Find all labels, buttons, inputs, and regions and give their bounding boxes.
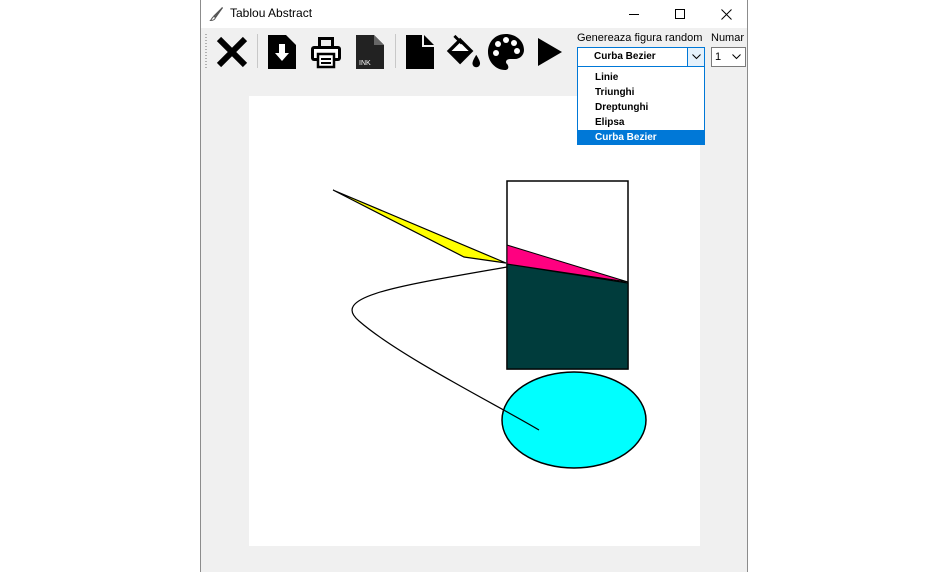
dropdown-option-elipsa[interactable]: Elipsa — [578, 115, 704, 130]
shape-dropdown-list: Linie Triunghi Dreptunghi Elipsa Curba B… — [577, 66, 705, 145]
print-tool-button[interactable] — [307, 32, 345, 72]
close-icon — [720, 8, 732, 20]
palette-tool-button[interactable] — [487, 32, 525, 72]
printer-icon — [311, 37, 341, 69]
count-select-value: 1 — [715, 51, 722, 63]
brush-icon — [209, 7, 223, 22]
toolbar-separator — [395, 34, 396, 68]
close-button[interactable] — [703, 0, 749, 28]
toolbar-separator — [257, 34, 258, 68]
cyan-ellipse — [501, 371, 647, 469]
title-bar[interactable]: Tablou Abstract — [201, 0, 747, 28]
download-file-icon — [268, 35, 296, 69]
file-icon — [406, 35, 434, 69]
chevron-down-icon[interactable] — [687, 48, 704, 66]
minimize-button[interactable] — [611, 0, 657, 28]
app-window: Tablou Abstract INK Genereaza figura ran… — [200, 0, 748, 572]
fill-tool-button[interactable] — [443, 32, 481, 72]
shape-select[interactable]: Curba Bezier — [577, 47, 705, 67]
canvas-drawing — [332, 180, 647, 469]
new-file-tool-button[interactable] — [401, 32, 439, 72]
chevron-down-icon[interactable] — [728, 48, 745, 66]
dropdown-option-linie[interactable]: Linie — [578, 70, 704, 85]
drawing-canvas[interactable] — [249, 96, 700, 546]
shape-select-label: Genereaza figura random — [577, 32, 703, 44]
ink-tool-button[interactable]: INK — [351, 32, 389, 72]
count-select-label: Numar — [711, 32, 745, 44]
ink-label: INK — [359, 60, 371, 67]
save-tool-button[interactable] — [263, 32, 301, 72]
maximize-button[interactable] — [657, 0, 703, 28]
play-tool-button[interactable] — [531, 32, 569, 72]
dropdown-option-dreptunghi[interactable]: Dreptunghi — [578, 100, 704, 115]
yellow-triangle — [332, 189, 507, 264]
toolbar-grip[interactable] — [205, 34, 207, 68]
dropdown-option-triunghi[interactable]: Triunghi — [578, 85, 704, 100]
play-icon — [538, 38, 562, 66]
dropdown-option-curba-bezier[interactable]: Curba Bezier — [578, 130, 704, 145]
palette-icon — [488, 34, 524, 70]
close-tool-button[interactable] — [213, 32, 251, 72]
shape-select-value: Curba Bezier — [594, 51, 656, 62]
ink-file-icon: INK — [356, 35, 384, 69]
paint-bucket-icon — [446, 34, 481, 68]
minimize-icon — [629, 14, 639, 15]
count-select[interactable]: 1 — [711, 47, 746, 67]
maximize-icon — [675, 9, 685, 19]
x-icon — [216, 36, 248, 68]
window-title: Tablou Abstract — [230, 6, 313, 20]
